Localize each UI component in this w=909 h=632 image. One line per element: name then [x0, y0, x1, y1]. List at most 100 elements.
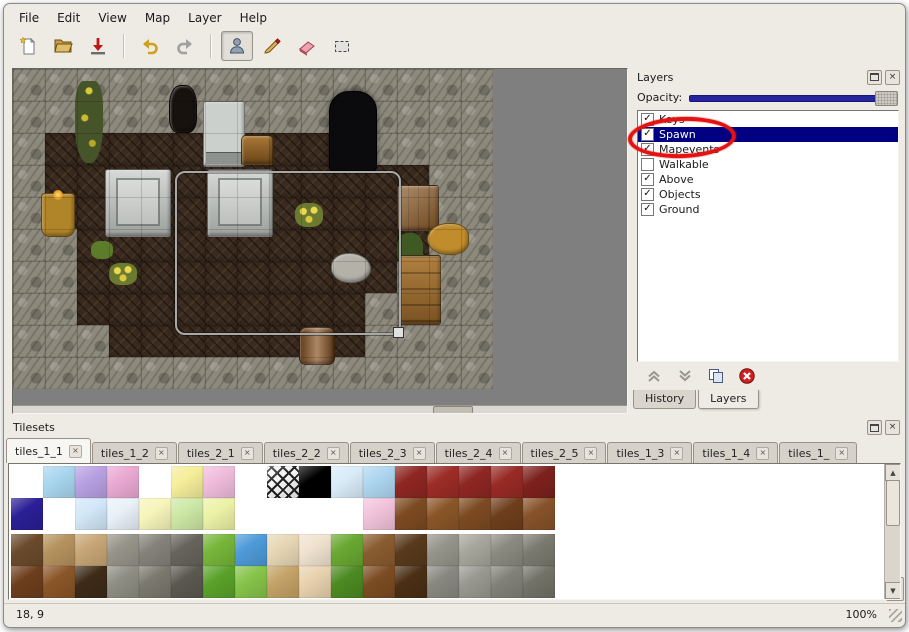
map-tile[interactable]: [461, 261, 493, 293]
float-panel-icon[interactable]: [867, 70, 882, 85]
map-tile[interactable]: [269, 133, 301, 165]
tileset-tile[interactable]: [459, 534, 491, 566]
tileset-tile[interactable]: [267, 534, 299, 566]
tileset-tile[interactable]: [395, 466, 427, 498]
map-tile[interactable]: [365, 357, 397, 389]
layer-checkbox[interactable]: ✓: [641, 188, 654, 201]
tileset-tile[interactable]: [395, 534, 427, 566]
tileset-tile[interactable]: [267, 466, 299, 498]
tab-history[interactable]: History: [633, 390, 696, 409]
tab-close-icon[interactable]: ×: [670, 447, 683, 460]
redo-button[interactable]: [169, 31, 201, 61]
tileset-tab-tiles_2_4[interactable]: tiles_2_4×: [436, 442, 521, 463]
map-tile[interactable]: [13, 101, 45, 133]
map-tile[interactable]: [45, 293, 77, 325]
tileset-tile[interactable]: [331, 566, 363, 598]
menu-item-view[interactable]: View: [89, 9, 135, 27]
map-tile[interactable]: [109, 69, 141, 101]
map-tile[interactable]: [77, 325, 109, 357]
canvas-h-scrollbar[interactable]: [13, 405, 627, 413]
tileset-tab-tiles_1_[interactable]: tiles_1_×: [779, 442, 857, 463]
new-file-button[interactable]: [12, 31, 44, 61]
tileset-tile[interactable]: [107, 466, 139, 498]
map-tile[interactable]: [205, 357, 237, 389]
layer-row-objects[interactable]: ✓Objects: [638, 187, 898, 202]
map-tile[interactable]: [397, 133, 429, 165]
tab-close-icon[interactable]: ×: [584, 447, 597, 460]
tileset-tile[interactable]: [235, 566, 267, 598]
map-tile[interactable]: [173, 357, 205, 389]
layer-row-ground[interactable]: ✓Ground: [638, 202, 898, 217]
tileset-tile[interactable]: [459, 566, 491, 598]
map-tile[interactable]: [45, 261, 77, 293]
map-tile[interactable]: [45, 69, 77, 101]
tileset-tile[interactable]: [11, 534, 43, 566]
map-tile[interactable]: [13, 325, 45, 357]
tileset-tile[interactable]: [363, 534, 395, 566]
select-tool-button[interactable]: [326, 31, 358, 61]
map-tile[interactable]: [333, 357, 365, 389]
save-button[interactable]: [82, 31, 114, 61]
tileset-tile[interactable]: [363, 466, 395, 498]
tileset-tile[interactable]: [299, 534, 331, 566]
map-tile[interactable]: [13, 133, 45, 165]
tileset-tile[interactable]: [11, 498, 43, 530]
tileset-tile[interactable]: [491, 534, 523, 566]
tileset-tab-tiles_1_3[interactable]: tiles_1_3×: [607, 442, 692, 463]
layer-row-keys[interactable]: ✓Keys: [638, 112, 898, 127]
map-tile[interactable]: [461, 133, 493, 165]
tileset-tab-tiles_1_1[interactable]: tiles_1_1×: [6, 438, 91, 463]
tileset-tile[interactable]: [43, 534, 75, 566]
tileset-tile[interactable]: [523, 466, 555, 498]
tileset-tab-tiles_2_2[interactable]: tiles_2_2×: [264, 442, 349, 463]
brush-tool-button[interactable]: [256, 31, 288, 61]
tileset-tile[interactable]: [203, 534, 235, 566]
tileset-tile[interactable]: [171, 466, 203, 498]
close-panel-icon[interactable]: ×: [885, 420, 900, 435]
tab-close-icon[interactable]: ×: [413, 447, 426, 460]
resize-grip[interactable]: [889, 609, 902, 622]
tileset-tile[interactable]: [75, 466, 107, 498]
tileset-tile[interactable]: [75, 534, 107, 566]
tileset-tile[interactable]: [427, 498, 459, 530]
map-tile[interactable]: [429, 325, 461, 357]
tileset-tab-tiles_2_3[interactable]: tiles_2_3×: [350, 442, 435, 463]
close-panel-icon[interactable]: ×: [885, 70, 900, 85]
layer-checkbox[interactable]: [641, 158, 654, 171]
layer-row-walkable[interactable]: Walkable: [638, 157, 898, 172]
tileset-tile[interactable]: [363, 498, 395, 530]
map-tile[interactable]: [13, 69, 45, 101]
menu-item-file[interactable]: File: [10, 9, 48, 27]
map-tile[interactable]: [461, 165, 493, 197]
map-tile[interactable]: [173, 133, 205, 165]
menu-item-edit[interactable]: Edit: [48, 9, 89, 27]
tab-close-icon[interactable]: ×: [327, 447, 340, 460]
tileset-tile[interactable]: [491, 466, 523, 498]
tileset-tile[interactable]: [459, 498, 491, 530]
tileset-tile[interactable]: [203, 566, 235, 598]
open-folder-button[interactable]: [47, 31, 79, 61]
map-tile[interactable]: [13, 165, 45, 197]
tab-close-icon[interactable]: ×: [756, 447, 769, 460]
opacity-slider[interactable]: [689, 90, 898, 104]
layer-checkbox[interactable]: ✓: [641, 113, 654, 126]
tileset-v-scrollbar[interactable]: ▲ ▼: [884, 464, 900, 599]
map-tile[interactable]: [45, 133, 77, 165]
map-tile[interactable]: [77, 293, 109, 325]
map-tile[interactable]: [237, 357, 269, 389]
tileset-tab-tiles_2_1[interactable]: tiles_2_1×: [178, 442, 263, 463]
selection-rect[interactable]: [175, 171, 401, 335]
layer-checkbox[interactable]: ✓: [641, 173, 654, 186]
eraser-tool-button[interactable]: [291, 31, 323, 61]
map-tile[interactable]: [205, 69, 237, 101]
tileset-tile[interactable]: [395, 498, 427, 530]
tileset-tile[interactable]: [139, 498, 171, 530]
tileset-tile[interactable]: [107, 498, 139, 530]
map-tile[interactable]: [461, 293, 493, 325]
float-panel-icon[interactable]: [867, 420, 882, 435]
tileset-tile[interactable]: [43, 466, 75, 498]
map-tile[interactable]: [269, 101, 301, 133]
tileset-tile[interactable]: [331, 534, 363, 566]
tab-close-icon[interactable]: ×: [69, 445, 82, 458]
tileset-tile[interactable]: [267, 566, 299, 598]
